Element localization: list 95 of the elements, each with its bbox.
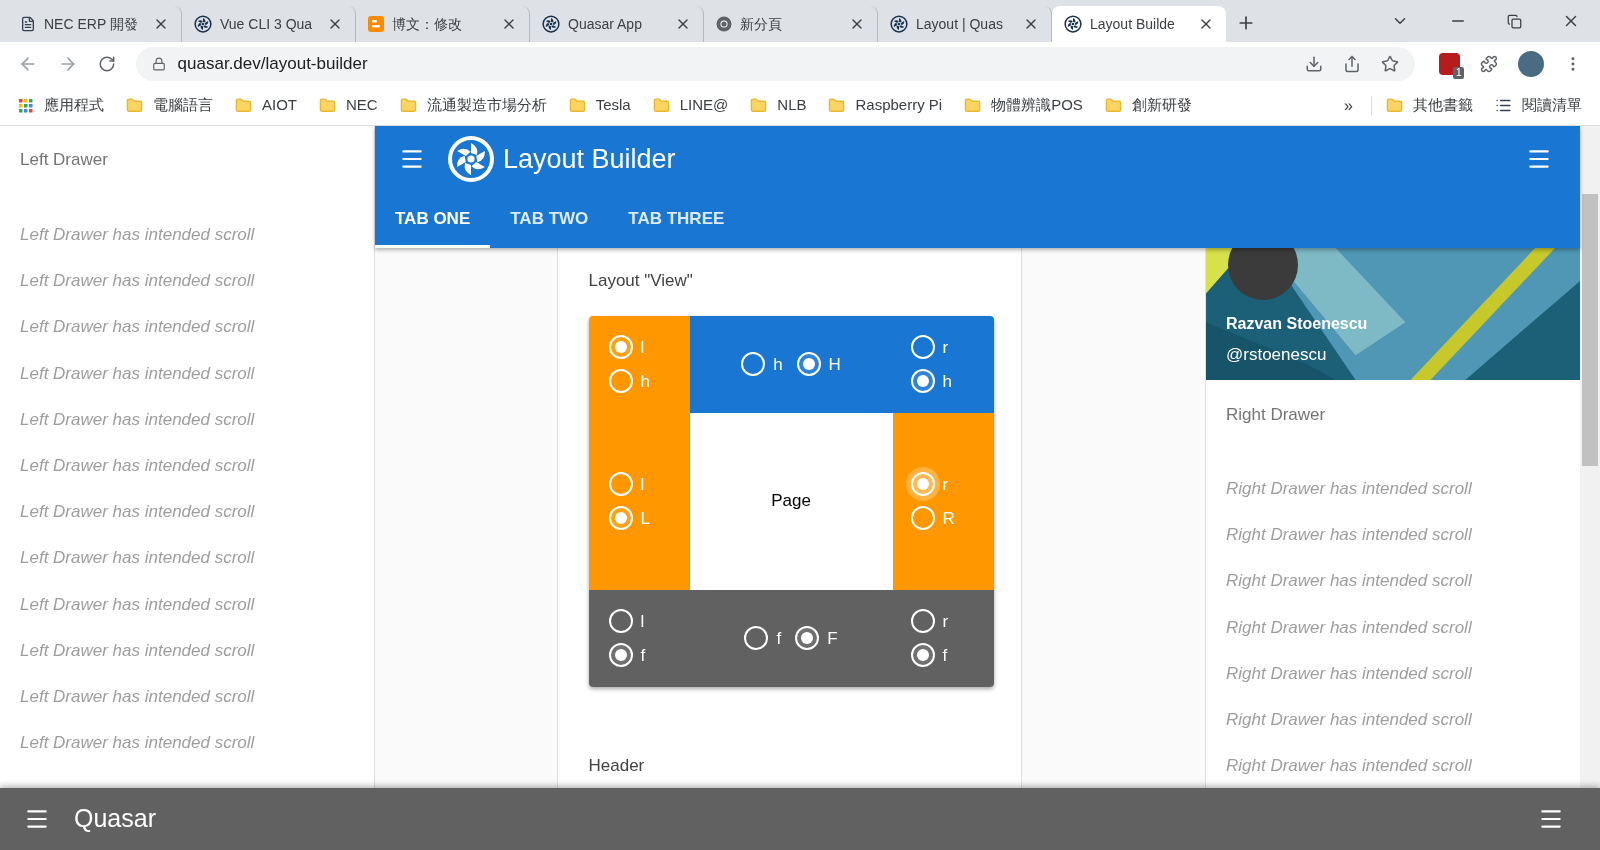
radio-option[interactable]: h (905, 364, 952, 398)
reload-icon[interactable] (97, 55, 116, 73)
logo-icon (447, 135, 495, 183)
radio-option[interactable]: h (736, 347, 783, 381)
blog-logo-icon (368, 16, 384, 32)
lock-icon (151, 57, 166, 71)
drawer-item: Right Drawer has intended scroll (1225, 616, 1473, 639)
drawer-item: Right Drawer has intended scroll (1225, 478, 1473, 500)
drawer-item: Left Drawer has intended scroll (19, 316, 256, 339)
page-label: Page (771, 490, 811, 513)
extension-badge: 1 (1452, 67, 1465, 79)
radio-option[interactable]: l (603, 604, 646, 638)
drawer-item: Right Drawer has intended scroll (1225, 524, 1473, 547)
drawer-item: Left Drawer has intended scroll (19, 501, 256, 524)
share-icon[interactable] (1342, 55, 1361, 73)
tab-title: Vue CLI 3 Qua (220, 14, 314, 34)
drawer-item: Left Drawer has intended scroll (19, 685, 256, 708)
header-tab[interactable]: TAB TWO (490, 192, 609, 248)
bookmark[interactable]: 創新研發 (1104, 94, 1192, 117)
tab-title: 博文：修改 (392, 14, 463, 34)
section-title: Header (588, 754, 646, 777)
folder-icon (568, 97, 586, 114)
tab-title: Layout | Quas (916, 14, 1004, 34)
drawer-item: Right Drawer has intended scroll (1225, 662, 1473, 685)
folder-icon (1386, 97, 1403, 114)
drawer-item: Left Drawer has intended scroll (19, 362, 256, 385)
tab-title: Quasar App (568, 14, 643, 34)
header-tab[interactable]: TAB THREE (608, 192, 745, 248)
folder-icon (319, 97, 336, 114)
profile-name: Razvan Stoenescu (1226, 314, 1368, 334)
drawer-title: Right Drawer (1225, 404, 1327, 426)
bookmark[interactable]: 應用程式 (18, 94, 104, 117)
bookmark[interactable]: 閱讀清單 (1495, 94, 1582, 117)
radio-option[interactable]: f (603, 638, 646, 672)
drawer-item: Left Drawer has intended scroll (19, 732, 256, 755)
radio-option[interactable]: r (905, 604, 949, 638)
drawer-item: Left Drawer has intended scroll (19, 408, 256, 431)
folder-icon (235, 97, 252, 114)
folder-icon (750, 97, 768, 114)
drawer-item: Left Drawer has intended scroll (19, 547, 256, 570)
bookmark[interactable]: 物體辨識POS (964, 94, 1083, 117)
header-title: Layout Builder (503, 142, 676, 176)
drawer-item: Right Drawer has intended scroll (1225, 755, 1473, 778)
quasar-logo-icon (194, 15, 212, 33)
bookmark[interactable]: 流通製造市場分析 (399, 94, 547, 117)
scrollbar[interactable] (1580, 126, 1600, 788)
restore-icon[interactable] (1507, 13, 1522, 29)
bookmark[interactable]: 電腦語言 (126, 94, 213, 117)
bookmark[interactable]: AIOT (235, 94, 297, 117)
footer-title: Quasar (74, 803, 156, 835)
folder-icon (828, 97, 846, 114)
radio-option[interactable]: f (739, 621, 782, 655)
folder-icon (399, 97, 417, 114)
tab-title: 新分頁 (740, 14, 783, 34)
folder-icon (1104, 97, 1122, 114)
url-text: quasar.dev/layout-builder (177, 53, 368, 76)
radio-option[interactable]: r (905, 330, 952, 364)
folder-icon (126, 97, 143, 114)
drawer-item: Right Drawer has intended scroll (1225, 708, 1473, 731)
tab-title: Layout Builde (1090, 14, 1176, 34)
document-icon (20, 16, 36, 32)
bookmarks-overflow[interactable]: » (1344, 93, 1353, 118)
drawer-item: Right Drawer has intended scroll (1225, 570, 1473, 593)
drawer-item: Left Drawer has intended scroll (19, 270, 256, 293)
bookmark[interactable]: 其他書籤 (1386, 94, 1473, 117)
bookmark[interactable]: NEC (319, 94, 378, 117)
drawer-item: Left Drawer has intended scroll (19, 639, 256, 662)
drawer-item: Left Drawer has intended scroll (19, 224, 256, 246)
address-bar[interactable]: quasar.dev/layout-builder (135, 47, 1415, 81)
folder-icon (652, 97, 670, 114)
apps-grid-icon (18, 97, 34, 114)
radio-option[interactable]: H (791, 347, 841, 381)
reading-list-icon (1495, 97, 1512, 114)
radio-option[interactable]: f (905, 638, 949, 672)
bookmark[interactable]: Tesla (568, 94, 631, 117)
extensions-icon[interactable] (1480, 55, 1499, 73)
browser-tab[interactable]: Layout Builde (1052, 6, 1226, 42)
quasar-logo-icon (890, 15, 908, 33)
drawer-item: Left Drawer has intended scroll (19, 593, 256, 616)
quasar-logo-icon (542, 15, 560, 33)
tab-title: NEC ERP 開發 (44, 14, 139, 34)
install-icon[interactable] (1304, 55, 1323, 73)
profile-handle: @rstoenescu (1226, 344, 1328, 366)
profile-avatar[interactable] (1518, 51, 1545, 77)
quasar-logo-icon (1064, 15, 1082, 33)
browser-logo-icon (716, 16, 732, 32)
drawer-title: Left Drawer (19, 149, 109, 171)
drawer-item: Left Drawer has intended scroll (19, 454, 256, 477)
section-title: Layout "View" (588, 270, 694, 292)
bookmark[interactable]: LINE@ (652, 94, 729, 117)
bookmark[interactable]: Raspberry Pi (828, 94, 943, 117)
folder-icon (964, 97, 982, 114)
bookmark[interactable]: NLB (750, 94, 807, 117)
bookmark-star-icon[interactable] (1380, 55, 1399, 73)
radio-option[interactable]: F (790, 621, 838, 655)
